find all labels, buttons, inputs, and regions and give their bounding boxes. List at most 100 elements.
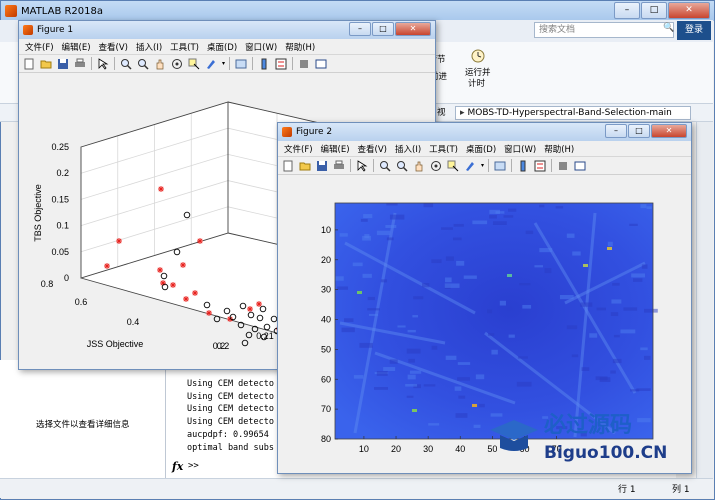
legend-icon[interactable] (534, 160, 546, 172)
z-axis-label: TBS Objective (33, 184, 43, 242)
link-plot-icon[interactable] (235, 58, 247, 70)
print-icon[interactable] (333, 160, 345, 172)
rotate-3d-icon[interactable] (430, 160, 442, 172)
menu-window[interactable]: 窗口(W) (245, 41, 277, 53)
menu-tools[interactable]: 工具(T) (170, 41, 199, 53)
z-tick-label: 0.05 (51, 247, 69, 257)
brush-dropdown-icon[interactable]: ▾ (222, 60, 225, 67)
login-button[interactable]: 登录 (677, 21, 711, 40)
run-and-time-label-2[interactable]: 计时 (468, 79, 485, 90)
zoom-in-icon[interactable] (379, 160, 391, 172)
y-tick-label: 40 (321, 315, 331, 325)
watermark-site-text: Biguo100.CN (544, 443, 667, 463)
save-icon[interactable] (316, 160, 328, 172)
status-row-label: 行 (618, 485, 628, 495)
menu-tools[interactable]: 工具(T) (429, 143, 458, 155)
toolbar-separator (551, 159, 553, 172)
star-point (158, 186, 164, 192)
data-cursor-icon[interactable] (188, 58, 200, 70)
z-tick-labels: 0 0.05 0.1 0.15 0.2 0.25 (51, 142, 69, 283)
toolbar-separator (373, 159, 374, 172)
main-window-controls: – □ ✕ (613, 2, 710, 19)
close-button[interactable]: ✕ (668, 2, 710, 19)
hide-plot-tools-icon[interactable] (298, 58, 310, 70)
menu-edit[interactable]: 编辑(E) (321, 143, 350, 155)
menu-desktop[interactable]: 桌面(D) (466, 143, 496, 155)
pointer-icon[interactable] (356, 159, 368, 172)
zoom-out-icon[interactable] (137, 58, 149, 70)
save-icon[interactable] (57, 58, 69, 70)
main-title-bar[interactable]: MATLAB R2018a (1, 1, 714, 21)
new-figure-icon[interactable] (23, 58, 35, 70)
maximize-button[interactable]: □ (641, 2, 667, 19)
rotate-3d-icon[interactable] (171, 58, 183, 70)
open-file-icon[interactable] (299, 160, 311, 172)
x-tick-label: 0.8 (41, 279, 54, 289)
menu-view[interactable]: 查看(V) (99, 41, 128, 53)
y-tick-label: 0.2 (217, 341, 230, 351)
show-plot-tools-icon[interactable] (574, 160, 586, 172)
command-prompt[interactable]: >> (188, 461, 199, 471)
zoom-in-icon[interactable] (120, 58, 132, 70)
star-point (247, 306, 253, 312)
menu-insert[interactable]: 插入(I) (136, 41, 162, 53)
right-scrollbar[interactable] (696, 122, 713, 478)
heatmap-image (335, 203, 653, 439)
print-icon[interactable] (74, 58, 86, 70)
pointer-icon[interactable] (97, 57, 109, 70)
colorbar-icon[interactable] (258, 58, 270, 70)
hide-plot-tools-icon[interactable] (557, 160, 569, 172)
minimize-button[interactable]: – (614, 2, 640, 19)
toolbar-separator (229, 57, 231, 70)
address-prefix: 视 (437, 108, 446, 118)
figure1-toolbar: ▾ (19, 55, 435, 73)
command-line: Using CEM detecto (187, 417, 274, 428)
figure1-close-button[interactable]: ✕ (395, 22, 431, 36)
figure1-minimize-button[interactable]: – (349, 22, 371, 36)
doc-search-input[interactable]: 搜索文档 (534, 22, 674, 38)
star-point (180, 262, 186, 268)
figure1-menubar: 文件(F) 编辑(E) 查看(V) 插入(I) 工具(T) 桌面(D) 窗口(W… (19, 39, 435, 55)
zoom-out-icon[interactable] (396, 160, 408, 172)
status-col: 列 1 (672, 482, 690, 495)
colorbar-icon[interactable] (517, 160, 529, 172)
fx-icon[interactable]: fx (172, 460, 183, 473)
star-point (104, 263, 110, 269)
legend-icon[interactable] (275, 58, 287, 70)
menu-help[interactable]: 帮助(H) (285, 41, 315, 53)
pan-hand-icon[interactable] (154, 58, 166, 70)
menu-file[interactable]: 文件(F) (284, 143, 313, 155)
figure-logo-icon (282, 127, 292, 137)
figure2-close-button[interactable]: ✕ (651, 124, 687, 138)
run-and-time-icon[interactable] (470, 46, 486, 64)
menu-file[interactable]: 文件(F) (25, 41, 54, 53)
figure1-maximize-button[interactable]: □ (372, 22, 394, 36)
menu-insert[interactable]: 插入(I) (395, 143, 421, 155)
brush-icon[interactable] (464, 160, 476, 172)
menu-edit[interactable]: 编辑(E) (62, 41, 91, 53)
pan-hand-icon[interactable] (413, 160, 425, 172)
brush-icon[interactable] (205, 58, 217, 70)
z-tick-label: 0.1 (56, 221, 69, 231)
link-plot-icon[interactable] (494, 160, 506, 172)
show-plot-tools-icon[interactable] (315, 58, 327, 70)
new-figure-icon[interactable] (282, 160, 294, 172)
figure2-window-controls: – □ ✕ (604, 124, 687, 138)
data-cursor-icon[interactable] (447, 160, 459, 172)
y-tick-label: 80 (321, 434, 331, 444)
search-icon[interactable]: 🔍 (663, 23, 674, 37)
watermark-logo: 必过源码 Biguo100.CN (490, 412, 667, 463)
menu-window[interactable]: 窗口(W) (504, 143, 536, 155)
current-folder-text: MOBS-TD-Hyperspectral-Band-Selection-mai… (467, 108, 672, 118)
brush-dropdown-icon[interactable]: ▾ (481, 162, 484, 169)
current-folder-path[interactable]: ▸ MOBS-TD-Hyperspectral-Band-Selection-ma… (455, 106, 691, 120)
figure2-minimize-button[interactable]: – (605, 124, 627, 138)
menu-help[interactable]: 帮助(H) (544, 143, 574, 155)
menu-view[interactable]: 查看(V) (358, 143, 387, 155)
menu-desktop[interactable]: 桌面(D) (207, 41, 237, 53)
command-line: Using CEM detecto (187, 391, 274, 402)
toolbar-separator (114, 57, 115, 70)
run-and-time-label-1[interactable]: 运行并 (465, 68, 491, 79)
open-file-icon[interactable] (40, 58, 52, 70)
figure2-maximize-button[interactable]: □ (628, 124, 650, 138)
